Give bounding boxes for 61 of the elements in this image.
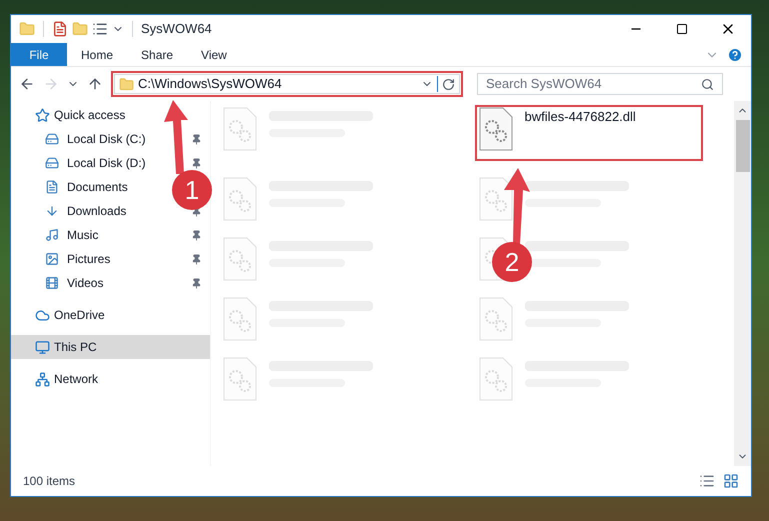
- nav-icon: [45, 132, 59, 146]
- nav-item[interactable]: Downloads: [67, 202, 126, 220]
- nav-item[interactable]: Music: [67, 226, 98, 244]
- nav-item[interactable]: Local Disk (D:): [67, 154, 146, 172]
- dll-file-icon: [223, 177, 257, 221]
- dll-file-icon: [223, 107, 257, 151]
- details-view-icon[interactable]: [699, 473, 715, 489]
- dll-file-icon: [478, 177, 512, 221]
- folder-icon: [119, 76, 134, 92]
- nav-icon: [45, 156, 59, 170]
- item-count: 100 items: [23, 473, 76, 490]
- nav-item[interactable]: Videos: [67, 274, 104, 292]
- nav-icon: [45, 204, 59, 218]
- dll-file-icon: [223, 297, 257, 341]
- nav-icon: [45, 276, 59, 290]
- window-title: SysWOW64: [141, 20, 212, 38]
- selected-nav-row[interactable]: This PC: [11, 335, 210, 359]
- back-icon[interactable]: [19, 76, 35, 92]
- help-icon[interactable]: [727, 46, 743, 62]
- ribbon-tab[interactable]: Home: [67, 43, 128, 66]
- pin-icon[interactable]: [191, 254, 202, 264]
- nav-item[interactable]: OneDrive: [54, 306, 105, 324]
- search-icon[interactable]: [701, 78, 714, 90]
- nav-item[interactable]: Network: [54, 370, 98, 388]
- dll-file-icon: [223, 357, 257, 401]
- pin-icon[interactable]: [191, 134, 202, 144]
- refresh-icon[interactable]: [442, 78, 455, 90]
- ribbon-tab[interactable]: Share: [127, 43, 188, 66]
- nav-icon: [45, 180, 59, 194]
- scroll-thumb[interactable]: [736, 120, 750, 172]
- dll-file-icon: [478, 107, 512, 151]
- dll-file-icon: [223, 237, 257, 281]
- nav-icon: [35, 108, 50, 122]
- nav-icon: [35, 308, 50, 322]
- nav-icon: [35, 372, 50, 386]
- dll-file-icon: [478, 357, 512, 401]
- large-icons-view-icon[interactable]: [723, 473, 739, 489]
- nav-icon: [35, 340, 50, 354]
- up-icon[interactable]: [87, 76, 103, 92]
- nav-icon: [45, 252, 59, 266]
- address-bar[interactable]: C:\Windows\SysWOW64: [114, 74, 460, 94]
- ribbon-tab[interactable]: View: [187, 43, 241, 66]
- scrollbar[interactable]: [734, 101, 751, 466]
- pin-icon[interactable]: [191, 278, 202, 288]
- address-path: C:\Windows\SysWOW64: [138, 75, 282, 94]
- search-input[interactable]: Search SysWOW64: [486, 74, 701, 94]
- nav-item[interactable]: Quick access: [54, 106, 126, 124]
- properties-icon[interactable]: [52, 21, 68, 37]
- maximize-icon: [676, 23, 688, 35]
- pin-icon[interactable]: [191, 158, 202, 168]
- nav-icon: [45, 228, 59, 242]
- search-field[interactable]: Search SysWOW64: [477, 73, 723, 95]
- pin-icon[interactable]: [191, 230, 202, 240]
- list-icon[interactable]: [92, 21, 108, 37]
- file-name: bwfiles-4476822.dll: [524, 108, 636, 126]
- nav-item[interactable]: Pictures: [67, 250, 110, 268]
- file-tab[interactable]: File: [11, 43, 67, 66]
- nav-item[interactable]: This PC: [54, 338, 97, 356]
- nav-item[interactable]: Local Disk (C:): [67, 130, 146, 148]
- dll-file-icon: [478, 297, 512, 341]
- nav-item[interactable]: Documents: [67, 178, 128, 196]
